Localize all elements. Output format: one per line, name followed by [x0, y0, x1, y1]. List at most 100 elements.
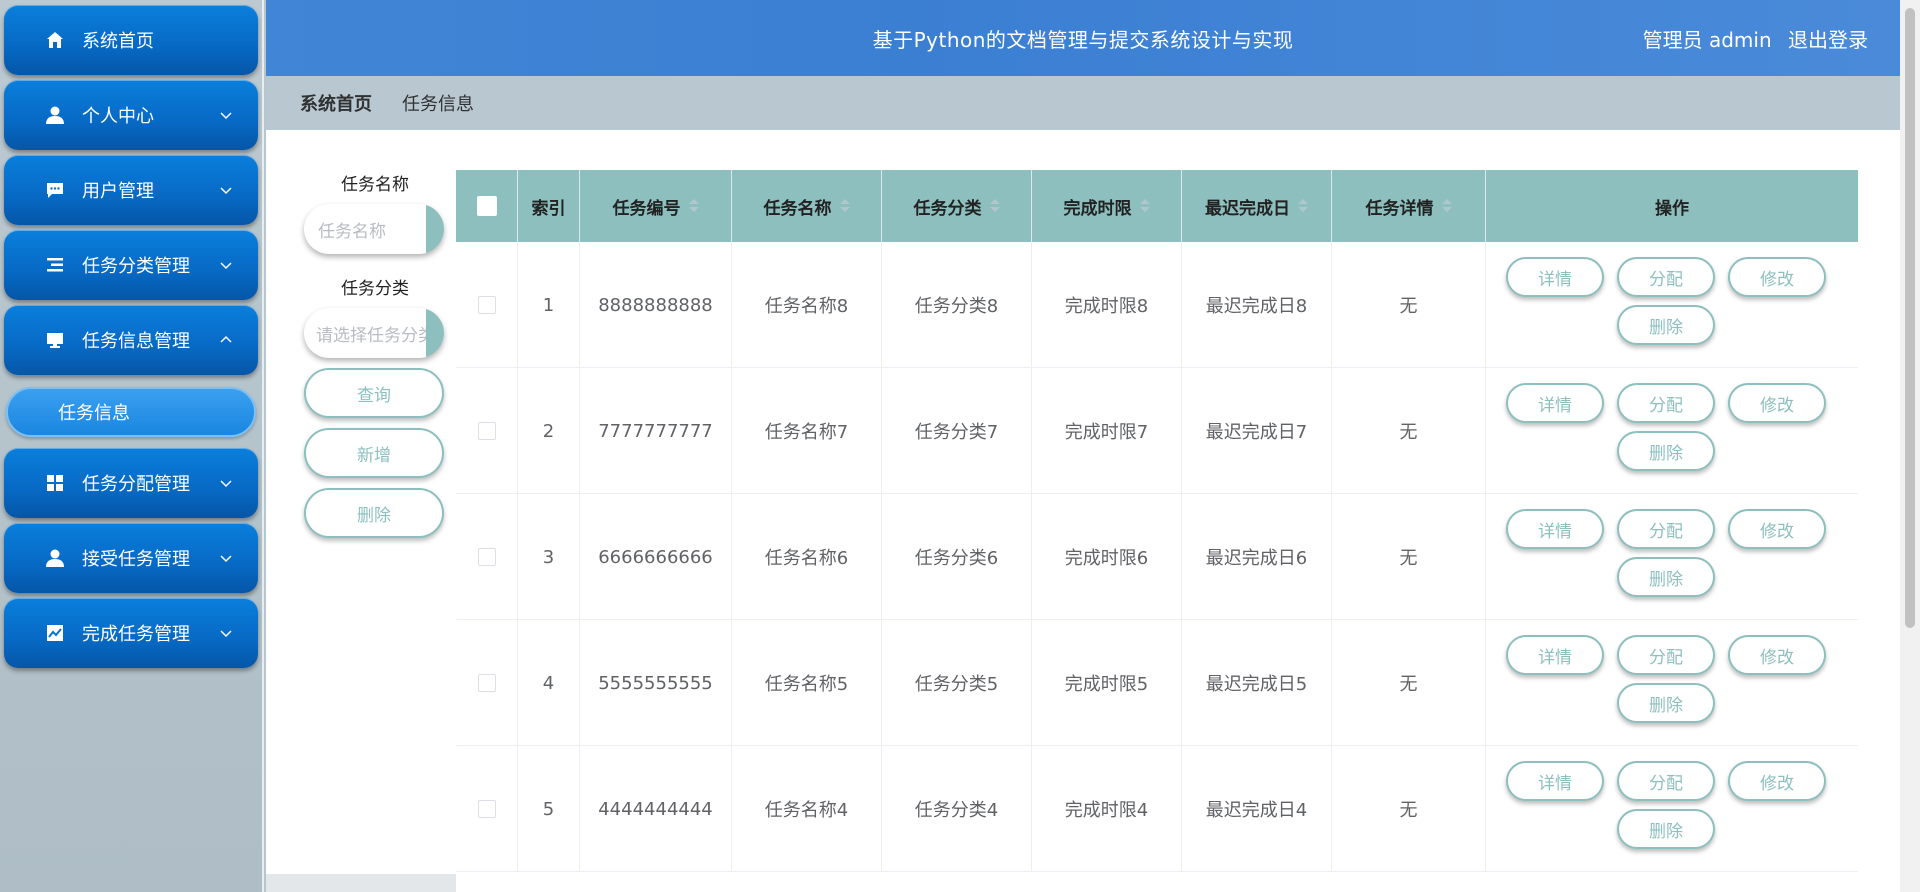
sort-icon[interactable]	[1298, 198, 1308, 214]
th-task-detail[interactable]: 任务详情	[1332, 170, 1486, 242]
delete-button[interactable]: 删除	[1617, 557, 1715, 597]
menu-label: 任务分配管理	[82, 474, 190, 495]
th-task-category[interactable]: 任务分类	[882, 170, 1032, 242]
sidebar-subitem-task-info[interactable]: 任务信息	[6, 387, 256, 437]
user-icon	[44, 547, 66, 569]
top-header: 基于Python的文档管理与提交系统设计与实现 管理员 admin 退出登录	[266, 0, 1900, 76]
task-name-input[interactable]: 任务名称	[304, 204, 444, 254]
th-latest-date[interactable]: 最迟完成日	[1182, 170, 1332, 242]
subitem-label: 任务信息	[58, 403, 130, 424]
cell-task-name: 任务名称8	[732, 242, 882, 368]
edit-button[interactable]: 修改	[1728, 761, 1826, 801]
batch-delete-button[interactable]: 删除	[304, 488, 444, 538]
detail-button[interactable]: 详情	[1506, 257, 1604, 297]
menu-label: 任务分类管理	[82, 256, 190, 277]
grid-icon	[44, 472, 66, 494]
menu-item-task-category[interactable]: 任务分类管理	[4, 230, 258, 300]
delete-button[interactable]: 删除	[1617, 809, 1715, 849]
chevron-up-icon	[218, 332, 234, 348]
menu-item-user-management[interactable]: 用户管理	[4, 155, 258, 225]
th-index: 索引	[518, 170, 580, 242]
row-checkbox[interactable]	[477, 422, 496, 440]
actions-cell: 详情 分配 修改 删除	[1486, 494, 1858, 620]
row-checkbox[interactable]	[477, 800, 496, 818]
row-checkbox[interactable]	[477, 296, 496, 314]
th-task-code[interactable]: 任务编号	[580, 170, 732, 242]
search-column: 任务名称 任务名称 任务分类 请选择任务分类 查询 新增 删除	[304, 170, 446, 538]
main-panel: 任务名称 任务名称 任务分类 请选择任务分类 查询 新增 删除 索引 任务编号 …	[266, 130, 1900, 892]
add-button[interactable]: 新增	[304, 428, 444, 478]
edit-button[interactable]: 修改	[1728, 635, 1826, 675]
breadcrumb: 系统首页 任务信息	[266, 76, 1900, 130]
cell-task-code: 8888888888	[580, 242, 732, 368]
cell-task-category: 任务分类8	[882, 242, 1032, 368]
delete-button[interactable]: 删除	[1617, 683, 1715, 723]
sort-icon[interactable]	[989, 198, 1000, 214]
detail-button[interactable]: 详情	[1506, 761, 1604, 801]
cell-task-code: 7777777777	[580, 368, 732, 494]
row-checkbox[interactable]	[477, 674, 496, 692]
row-select-cell	[456, 368, 518, 494]
detail-button[interactable]: 详情	[1506, 635, 1604, 675]
cell-task-detail: 无	[1332, 368, 1486, 494]
detail-button[interactable]: 详情	[1506, 383, 1604, 423]
table-row: 2 7777777777 任务名称7 任务分类7 完成时限7 最迟完成日7 无 …	[456, 368, 1858, 494]
delete-button[interactable]: 删除	[1617, 305, 1715, 345]
th-task-name[interactable]: 任务名称	[732, 170, 882, 242]
menu-item-home[interactable]: 系统首页	[4, 5, 258, 75]
assign-button[interactable]: 分配	[1617, 761, 1715, 801]
menu-label: 接受任务管理	[82, 549, 190, 570]
cell-task-detail: 无	[1332, 620, 1486, 746]
row-checkbox[interactable]	[477, 548, 496, 566]
edit-button[interactable]: 修改	[1728, 383, 1826, 423]
cell-index: 3	[518, 494, 580, 620]
cell-task-detail: 无	[1332, 746, 1486, 872]
assign-button[interactable]: 分配	[1617, 383, 1715, 423]
delete-button[interactable]: 删除	[1617, 431, 1715, 471]
cell-latest-date: 最迟完成日4	[1182, 746, 1332, 872]
chevron-down-icon	[218, 182, 234, 198]
menu-item-complete-task[interactable]: 完成任务管理	[4, 598, 258, 668]
table-row: 4 5555555555 任务名称5 任务分类5 完成时限5 最迟完成日5 无 …	[456, 620, 1858, 746]
logout-link[interactable]: 退出登录	[1788, 28, 1868, 52]
page-scrollbar[interactable]	[1900, 0, 1920, 892]
cell-index: 1	[518, 242, 580, 368]
sort-icon[interactable]	[1441, 198, 1452, 214]
sort-icon[interactable]	[839, 198, 850, 214]
task-name-label: 任务名称	[341, 175, 409, 195]
cell-time-limit: 完成时限7	[1032, 368, 1182, 494]
menu-label: 完成任务管理	[82, 624, 190, 645]
scrollbar-thumb[interactable]	[1905, 8, 1915, 628]
task-category-select[interactable]: 请选择任务分类	[304, 308, 444, 358]
breadcrumb-home[interactable]: 系统首页	[300, 90, 372, 116]
table-header: 索引 任务编号 任务名称 任务分类 完成时限 最迟完成日 任务详情 操作	[456, 170, 1858, 242]
chevron-down-icon	[218, 257, 234, 273]
sort-icon[interactable]	[688, 198, 699, 214]
th-time-limit[interactable]: 完成时限	[1032, 170, 1182, 242]
sidebar: 系统首页 个人中心 用户管理 任务分类管理 任务信息管理 任务信息 任务分配管理…	[0, 0, 264, 892]
query-button[interactable]: 查询	[304, 368, 444, 418]
admin-label: 管理员 admin	[1642, 28, 1772, 52]
select-all-checkbox[interactable]	[476, 196, 497, 216]
th-actions: 操作	[1655, 198, 1689, 219]
sort-icon[interactable]	[1139, 198, 1150, 214]
assign-button[interactable]: 分配	[1617, 635, 1715, 675]
menu-item-task-info[interactable]: 任务信息管理	[4, 305, 258, 375]
edit-button[interactable]: 修改	[1728, 509, 1826, 549]
row-select-cell	[456, 746, 518, 872]
edit-button[interactable]: 修改	[1728, 257, 1826, 297]
cell-task-detail: 无	[1332, 242, 1486, 368]
menu-label: 任务信息管理	[82, 331, 190, 352]
cell-index: 2	[518, 368, 580, 494]
cell-task-code: 5555555555	[580, 620, 732, 746]
menu-item-task-assign[interactable]: 任务分配管理	[4, 448, 258, 518]
assign-button[interactable]: 分配	[1617, 257, 1715, 297]
assign-button[interactable]: 分配	[1617, 509, 1715, 549]
cell-time-limit: 完成时限5	[1032, 620, 1182, 746]
cell-task-code: 4444444444	[580, 746, 732, 872]
menu-item-accept-task[interactable]: 接受任务管理	[4, 523, 258, 593]
detail-button[interactable]: 详情	[1506, 509, 1604, 549]
cell-latest-date: 最迟完成日7	[1182, 368, 1332, 494]
menu-item-personal-center[interactable]: 个人中心	[4, 80, 258, 150]
row-select-cell	[456, 494, 518, 620]
